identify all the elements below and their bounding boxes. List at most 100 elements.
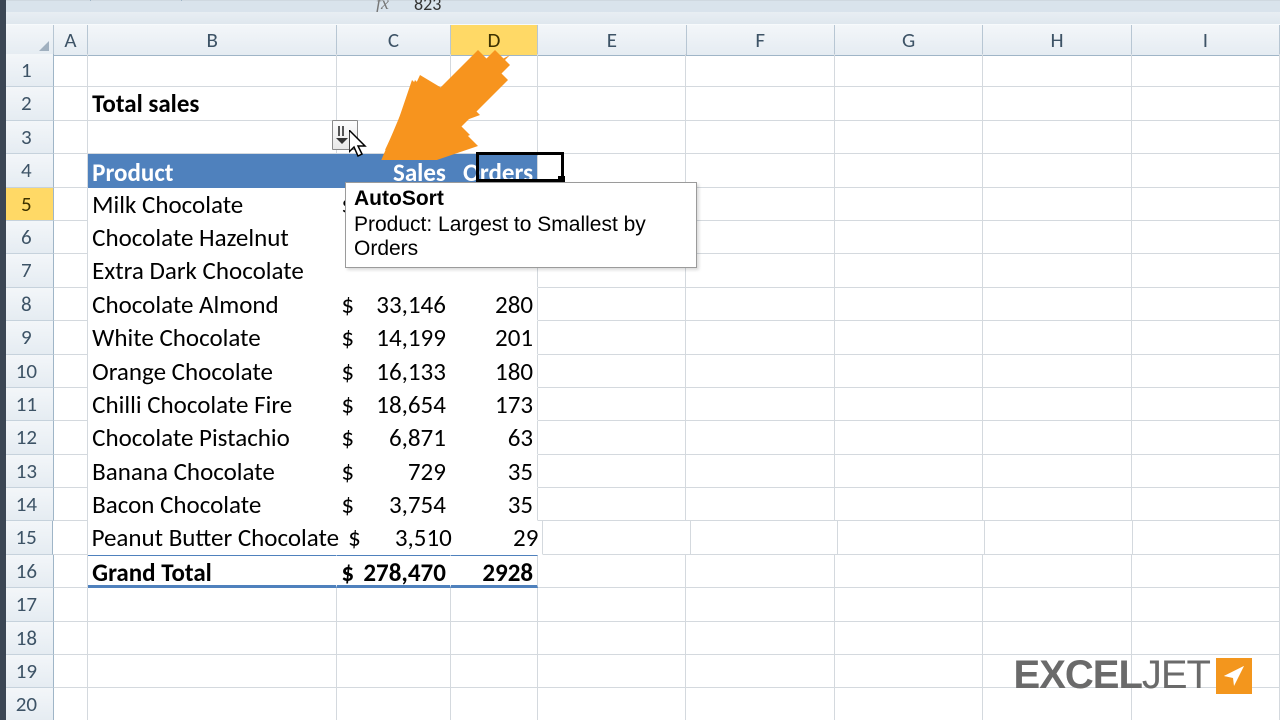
cell-E3[interactable]	[538, 121, 686, 154]
col-header-a[interactable]: A	[54, 25, 89, 55]
row-header-3[interactable]: 3	[0, 121, 54, 154]
cell-F7[interactable]	[686, 254, 834, 287]
cell-B15[interactable]: Peanut Butter Chocolate	[88, 521, 344, 554]
grid-area[interactable]: 12Total sales34ProductSalesOrders5Milk C…	[0, 54, 1280, 720]
cell-H3[interactable]	[983, 121, 1131, 154]
cell-A17[interactable]	[54, 588, 88, 621]
cell-F20[interactable]	[686, 688, 834, 720]
cell-H6[interactable]	[983, 221, 1131, 254]
row-header-8[interactable]: 8	[0, 288, 54, 321]
cell-G14[interactable]	[835, 488, 983, 521]
row-header-15[interactable]: 15	[0, 521, 53, 554]
cell-D15[interactable]: 29	[457, 521, 544, 554]
cell-I15[interactable]	[1133, 521, 1280, 554]
cell-F6[interactable]	[686, 221, 834, 254]
cell-E8[interactable]	[538, 288, 686, 321]
col-header-i[interactable]: I	[1132, 25, 1280, 55]
cell-C15[interactable]: $3,510	[344, 521, 457, 554]
row-header-13[interactable]: 13	[0, 455, 54, 488]
cell-F12[interactable]	[686, 421, 834, 454]
cell-C10[interactable]: $16,133	[337, 355, 451, 388]
cell-F15[interactable]	[691, 521, 838, 554]
cell-G6[interactable]	[835, 221, 983, 254]
cell-D1[interactable]	[451, 54, 538, 87]
cell-B8[interactable]: Chocolate Almond	[88, 288, 337, 321]
cell-F1[interactable]	[686, 54, 834, 87]
row-header-9[interactable]: 9	[0, 321, 54, 354]
cell-B18[interactable]	[88, 622, 337, 655]
cell-C12[interactable]: $6,871	[337, 421, 451, 454]
cell-A8[interactable]	[54, 288, 88, 321]
col-header-f[interactable]: F	[687, 25, 835, 55]
cell-H12[interactable]	[983, 421, 1131, 454]
cell-G8[interactable]	[835, 288, 983, 321]
cell-G5[interactable]	[835, 188, 983, 221]
cell-G9[interactable]	[835, 321, 983, 354]
cell-F18[interactable]	[686, 622, 834, 655]
cell-C20[interactable]	[337, 688, 451, 720]
cell-B5[interactable]: Milk Chocolate	[88, 188, 337, 221]
cell-C16[interactable]: $278,470	[337, 555, 451, 588]
row-header-12[interactable]: 12	[0, 421, 54, 454]
cell-A20[interactable]	[54, 688, 88, 720]
cell-I10[interactable]	[1132, 355, 1280, 388]
cell-E19[interactable]	[538, 655, 686, 688]
cell-I11[interactable]	[1132, 388, 1280, 421]
cell-H5[interactable]	[983, 188, 1131, 221]
cell-A19[interactable]	[54, 655, 88, 688]
cell-G13[interactable]	[835, 455, 983, 488]
cell-I14[interactable]	[1132, 488, 1280, 521]
cell-I12[interactable]	[1132, 421, 1280, 454]
cell-D19[interactable]	[451, 655, 538, 688]
cell-I7[interactable]	[1132, 254, 1280, 287]
cell-H13[interactable]	[983, 455, 1131, 488]
cell-A11[interactable]	[54, 388, 88, 421]
cell-D13[interactable]: 35	[451, 455, 538, 488]
cell-H15[interactable]	[985, 521, 1132, 554]
cell-H2[interactable]	[983, 87, 1131, 120]
cell-G16[interactable]	[835, 555, 983, 588]
cell-D18[interactable]	[451, 622, 538, 655]
cell-E17[interactable]	[538, 588, 686, 621]
cell-D17[interactable]	[451, 588, 538, 621]
cell-G10[interactable]	[835, 355, 983, 388]
cell-F10[interactable]	[686, 355, 834, 388]
cell-I3[interactable]	[1132, 121, 1280, 154]
row-header-20[interactable]: 20	[0, 688, 54, 720]
cell-I8[interactable]	[1132, 288, 1280, 321]
cell-H18[interactable]	[983, 622, 1131, 655]
cell-H4[interactable]	[983, 154, 1131, 187]
col-header-d[interactable]: D	[451, 25, 538, 55]
cell-F13[interactable]	[686, 455, 834, 488]
row-header-10[interactable]: 10	[0, 355, 54, 388]
cell-I9[interactable]	[1132, 321, 1280, 354]
cell-C9[interactable]: $14,199	[337, 321, 451, 354]
cell-B19[interactable]	[88, 655, 337, 688]
row-header-1[interactable]: 1	[0, 54, 54, 87]
cell-G4[interactable]	[835, 154, 983, 187]
cell-F8[interactable]	[686, 288, 834, 321]
cell-B14[interactable]: Bacon Chocolate	[88, 488, 337, 521]
cell-B1[interactable]	[88, 54, 337, 87]
cell-A10[interactable]	[54, 355, 88, 388]
cell-B9[interactable]: White Chocolate	[88, 321, 337, 354]
cell-E13[interactable]	[538, 455, 686, 488]
cell-D12[interactable]: 63	[451, 421, 538, 454]
cell-G15[interactable]	[838, 521, 985, 554]
col-header-b[interactable]: B	[88, 25, 337, 55]
cell-E9[interactable]	[538, 321, 686, 354]
cell-G12[interactable]	[835, 421, 983, 454]
cell-G1[interactable]	[835, 54, 983, 87]
cell-F2[interactable]	[686, 87, 834, 120]
cell-B16[interactable]: Grand Total	[88, 555, 337, 588]
cell-E10[interactable]	[538, 355, 686, 388]
cell-H10[interactable]	[983, 355, 1131, 388]
cell-B3[interactable]	[88, 121, 337, 154]
cell-A9[interactable]	[54, 321, 88, 354]
cell-D11[interactable]: 173	[451, 388, 538, 421]
cell-D8[interactable]: 280	[451, 288, 538, 321]
cell-A18[interactable]	[54, 622, 88, 655]
row-header-7[interactable]: 7	[0, 254, 54, 287]
cell-B13[interactable]: Banana Chocolate	[88, 455, 337, 488]
cell-C8[interactable]: $33,146	[337, 288, 451, 321]
